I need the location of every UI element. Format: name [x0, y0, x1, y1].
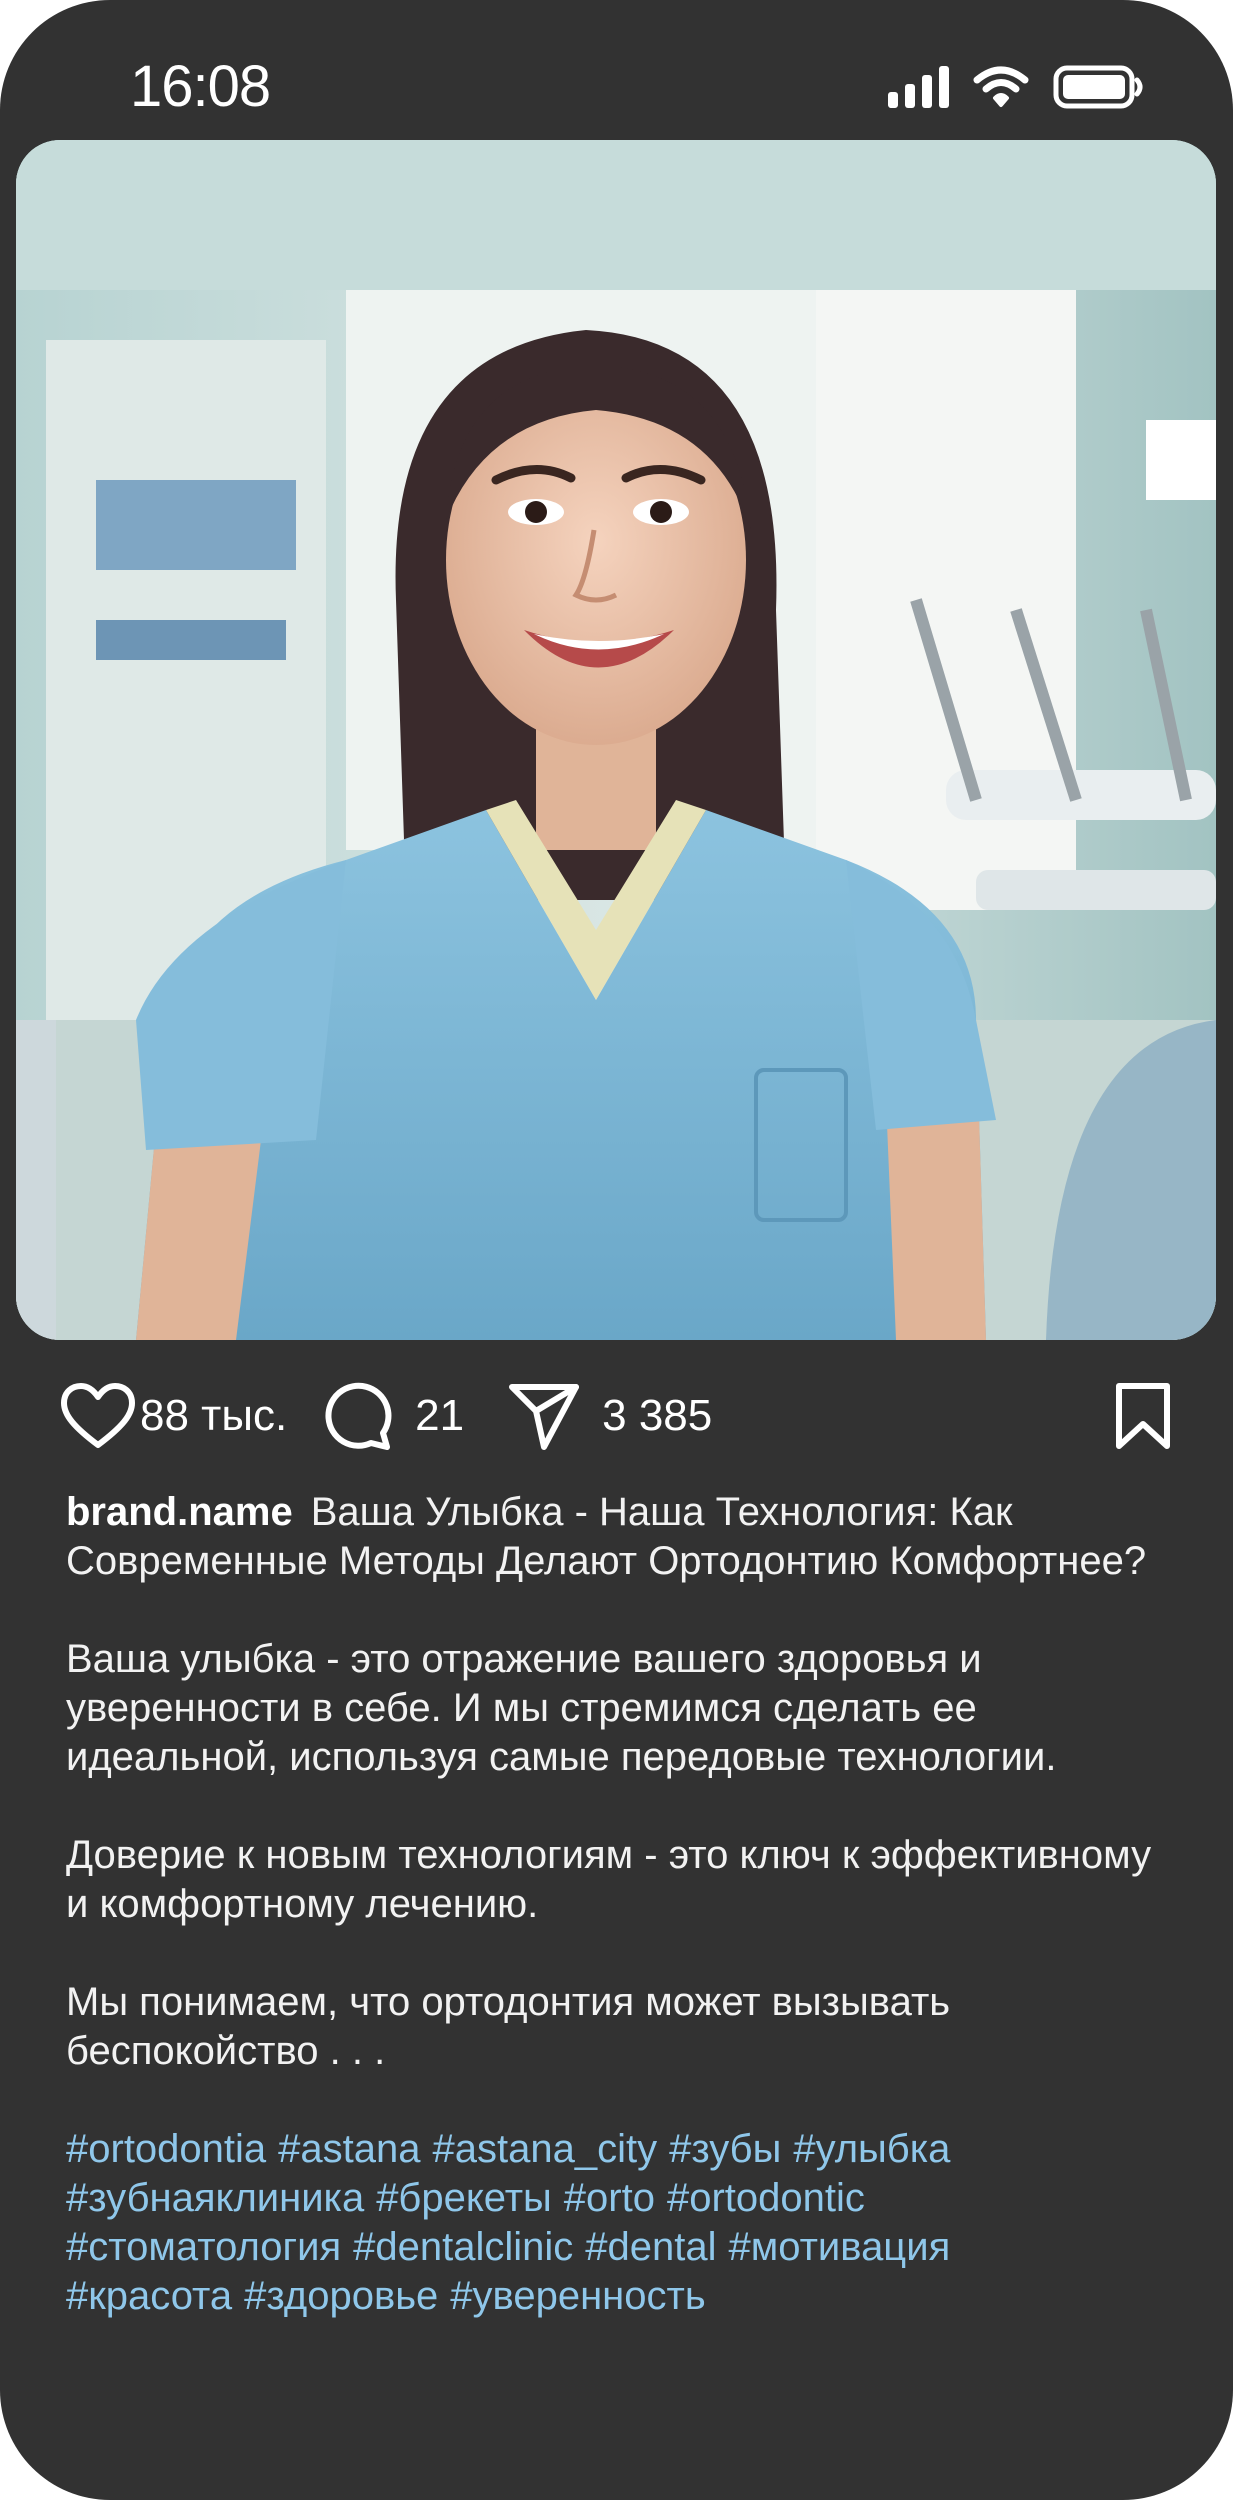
post-actions: 88 тыс. 21 3 385: [60, 1378, 1173, 1454]
hashtag-link[interactable]: #улыбка: [793, 2127, 950, 2171]
caption-paragraph-3: Мы понимаем, что ортодонтия может вызыва…: [66, 1980, 951, 2073]
post-caption: brand.name Ваша Улыбка - Наша Технология:…: [66, 1488, 1176, 2321]
heart-icon: [61, 1383, 135, 1448]
username-link[interactable]: brand.name: [66, 1490, 293, 1534]
hashtag-link[interactable]: #здоровье: [244, 2274, 438, 2318]
hashtag-link[interactable]: #мотивация: [728, 2225, 950, 2269]
bookmark-button[interactable]: [1113, 1382, 1173, 1450]
likes-count: 88 тыс.: [140, 1391, 288, 1440]
hashtag-link[interactable]: #orto: [564, 2176, 655, 2220]
hashtag-link[interactable]: #брекеты: [376, 2176, 552, 2220]
hashtag-link[interactable]: #красота: [66, 2274, 232, 2318]
comment-bubble-icon: [325, 1382, 392, 1450]
comments-count: 21: [415, 1391, 465, 1440]
status-time: 16:08: [130, 54, 271, 119]
comment-button[interactable]: 21: [323, 1381, 464, 1451]
caption-paragraph-2: Доверие к новым технологиям - это ключ к…: [66, 1833, 1152, 1926]
hashtag-link[interactable]: #astana: [278, 2127, 420, 2171]
hashtag-link[interactable]: #зубнаяклиника: [66, 2176, 364, 2220]
hashtag-link[interactable]: #dental: [585, 2225, 716, 2269]
like-button[interactable]: 88 тыс.: [60, 1382, 287, 1450]
cellular-signal-icon: [888, 66, 949, 108]
hashtag-link[interactable]: #ortodontia: [66, 2127, 266, 2171]
hashtag-link[interactable]: #astana_city: [433, 2127, 658, 2171]
dentist-photo: [16, 140, 1216, 1340]
hashtag-link[interactable]: #стоматология: [66, 2225, 341, 2269]
hashtag-link[interactable]: #уверенность: [450, 2274, 705, 2318]
phone-frame: 16:08 88 тыс. 21 3 385 brand.name Ваша У…: [0, 0, 1233, 2500]
caption-paragraph-1: Ваша улыбка - это отражение вашего здоро…: [66, 1637, 1057, 1779]
send-icon: [509, 1384, 580, 1450]
battery-icon: [1053, 65, 1143, 109]
wifi-icon: [973, 66, 1029, 107]
share-button[interactable]: 3 385: [508, 1381, 712, 1451]
post-image[interactable]: [16, 140, 1216, 1340]
hashtag-list: #ortodontia #astana #astana_city #зубы #улыб…: [66, 2125, 1176, 2321]
hashtag-link[interactable]: #ortodontic: [667, 2176, 865, 2220]
bookmark-icon: [1116, 1383, 1170, 1449]
shares-count: 3 385: [602, 1391, 713, 1440]
hashtag-link[interactable]: #зубы: [669, 2127, 781, 2171]
hashtag-link[interactable]: #dentalclinic: [353, 2225, 573, 2269]
status-icons: [888, 62, 1145, 112]
